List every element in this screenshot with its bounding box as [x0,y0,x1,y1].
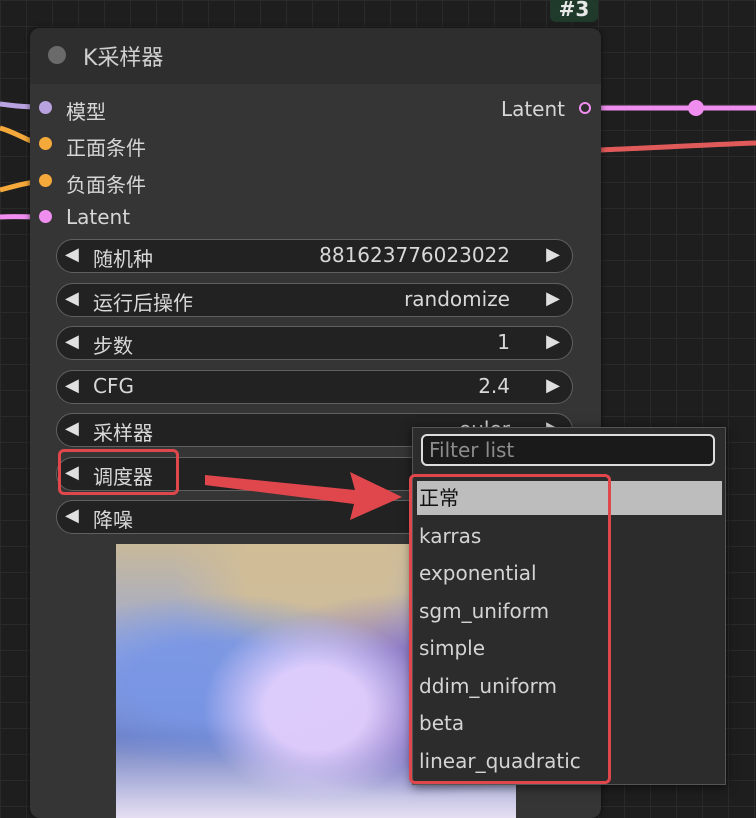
annotation-highlight-options [409,474,611,784]
filter-list-input[interactable] [421,434,715,466]
